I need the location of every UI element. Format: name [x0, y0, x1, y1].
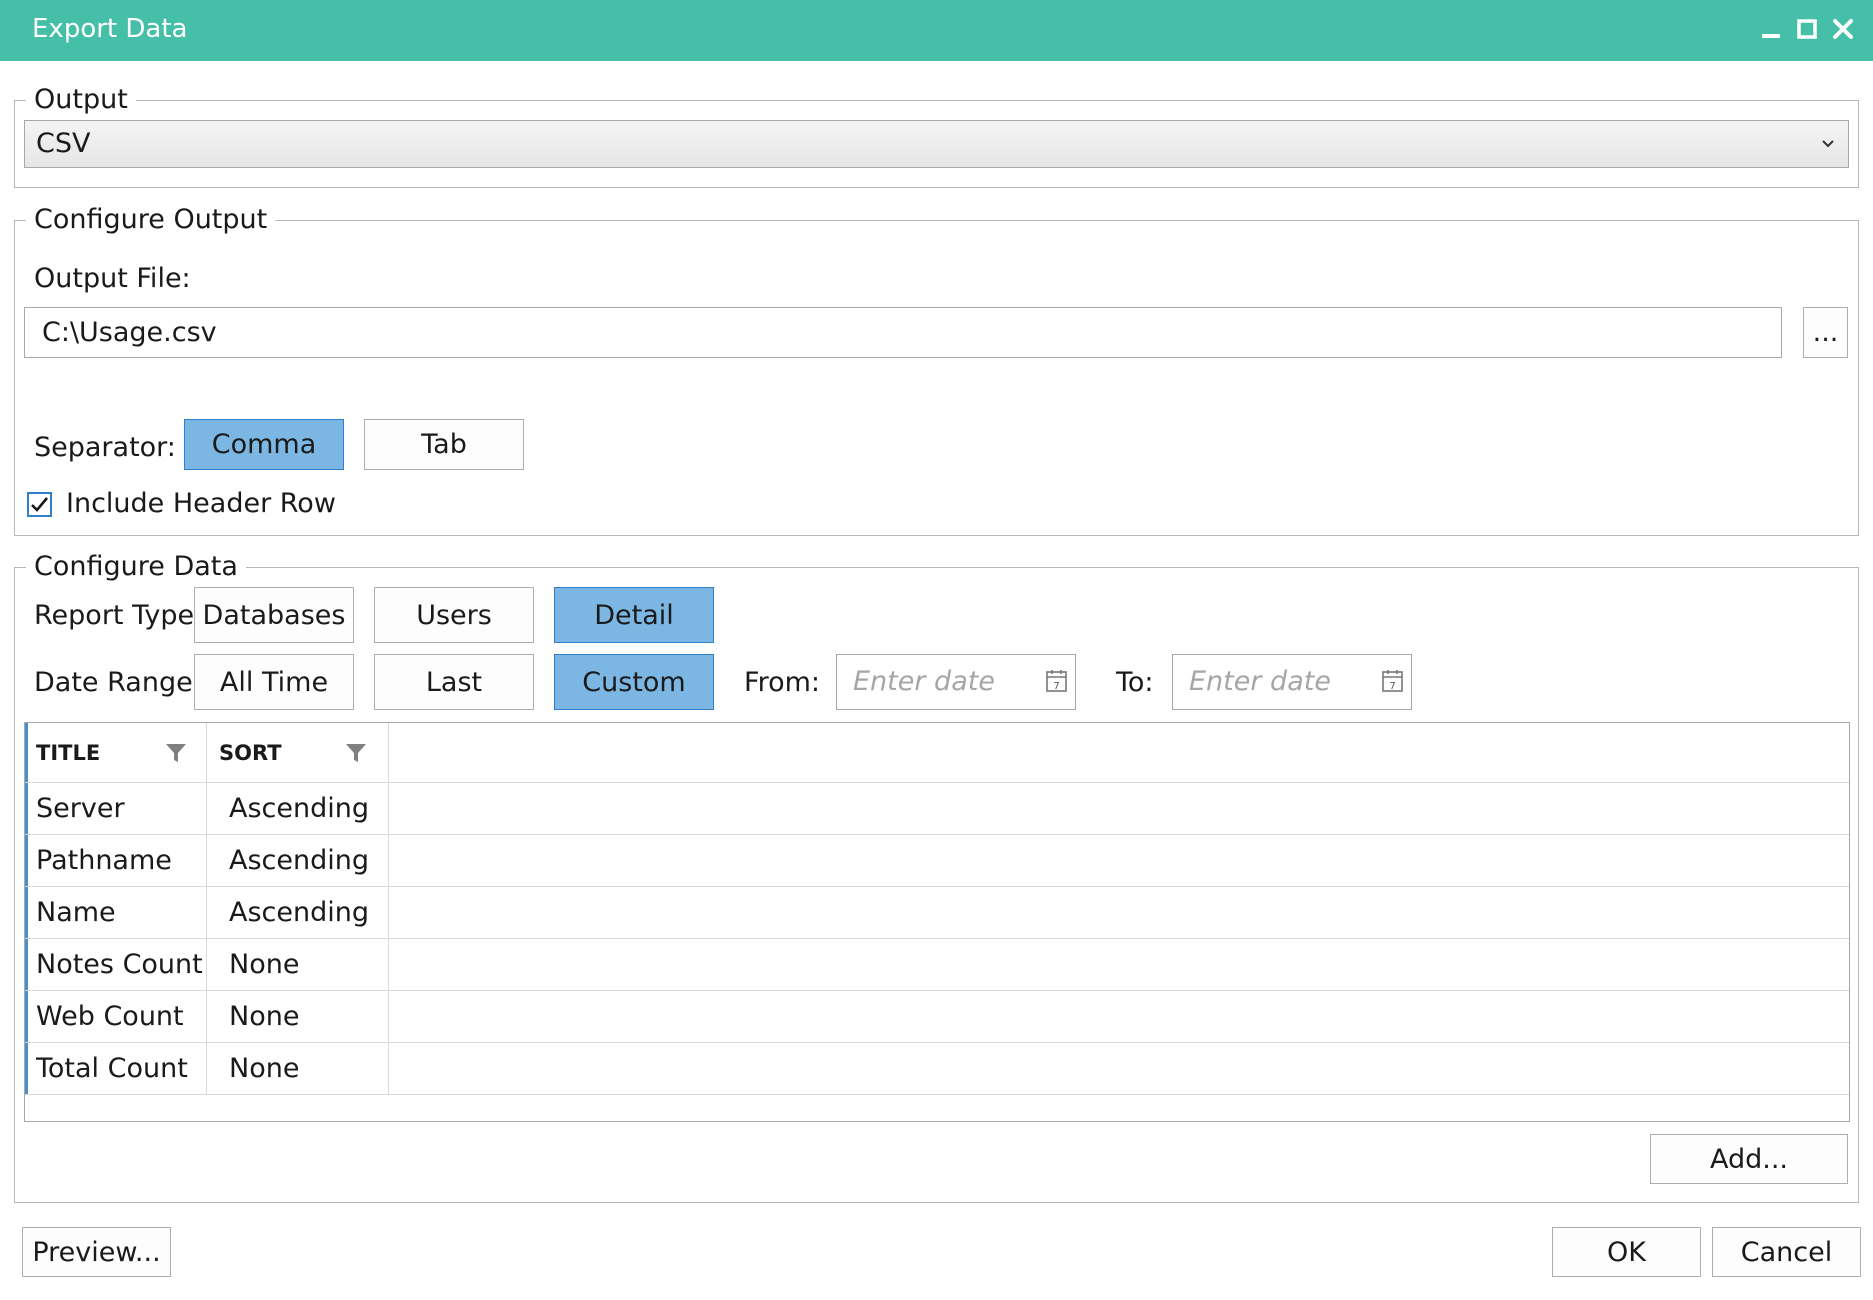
- table-row[interactable]: Server Ascending: [25, 782, 1849, 835]
- maximize-button[interactable]: [1790, 12, 1824, 46]
- output-file-value: C:\Usage.csv: [42, 317, 217, 348]
- include-header-row-label: Include Header Row: [66, 488, 336, 519]
- columns-table: TITLE SORT Server Ascending Pathname Asc…: [25, 723, 1849, 1095]
- window-title: Export Data: [32, 14, 188, 44]
- row-title: Total Count: [25, 1042, 207, 1095]
- column-header-title[interactable]: TITLE: [25, 723, 207, 783]
- from-date-placeholder: Enter date: [853, 666, 995, 697]
- table-row[interactable]: Total Count None: [25, 1042, 1849, 1095]
- configure-output-legend: Configure Output: [26, 204, 276, 236]
- table-row[interactable]: Web Count None: [25, 990, 1849, 1043]
- date-range-last-button[interactable]: Last: [374, 654, 534, 710]
- date-range-all-time-button[interactable]: All Time: [194, 654, 354, 710]
- from-date-input[interactable]: Enter date 7: [836, 654, 1076, 710]
- chevron-down-icon: [1822, 140, 1834, 148]
- table-row[interactable]: Pathname Ascending: [25, 834, 1849, 887]
- row-sort[interactable]: Ascending: [206, 834, 389, 887]
- ok-button[interactable]: OK: [1552, 1227, 1701, 1277]
- table-row[interactable]: Notes Count None: [25, 938, 1849, 991]
- to-date-input[interactable]: Enter date 7: [1172, 654, 1412, 710]
- report-type-label: Report Type: [34, 600, 195, 631]
- add-column-button[interactable]: Add...: [1650, 1134, 1848, 1184]
- to-label: To:: [1116, 667, 1154, 698]
- row-sort[interactable]: Ascending: [206, 782, 389, 835]
- row-title: Web Count: [25, 990, 207, 1043]
- row-sort[interactable]: None: [206, 990, 389, 1043]
- calendar-digit: 7: [1389, 681, 1395, 692]
- column-header-sort[interactable]: SORT: [206, 723, 389, 783]
- table-row[interactable]: Name Ascending: [25, 886, 1849, 939]
- calendar-icon[interactable]: 7: [1045, 668, 1069, 694]
- output-file-input[interactable]: C:\Usage.csv: [24, 307, 1782, 358]
- minimize-button[interactable]: [1754, 12, 1788, 46]
- close-icon: [1833, 19, 1853, 39]
- output-format-value: CSV: [36, 128, 91, 159]
- separator-label: Separator:: [34, 432, 176, 463]
- output-legend: Output: [26, 84, 136, 116]
- configure-data-legend: Configure Data: [26, 551, 246, 583]
- filter-icon[interactable]: [165, 743, 187, 763]
- calendar-icon[interactable]: 7: [1381, 668, 1405, 694]
- report-type-databases-button[interactable]: Databases: [194, 587, 354, 643]
- minimize-icon: [1762, 34, 1780, 38]
- calendar-digit: 7: [1053, 681, 1059, 692]
- row-title: Notes Count: [25, 938, 207, 991]
- row-title: Server: [25, 782, 207, 835]
- row-sort[interactable]: None: [206, 1042, 389, 1095]
- row-sort[interactable]: Ascending: [206, 886, 389, 939]
- include-header-row-checkbox[interactable]: [27, 492, 52, 517]
- row-title: Name: [25, 886, 207, 939]
- output-file-label: Output File:: [34, 263, 191, 294]
- date-range-custom-button[interactable]: Custom: [554, 654, 714, 710]
- close-button[interactable]: [1826, 12, 1860, 46]
- table-header-row: TITLE SORT: [25, 723, 1849, 783]
- filter-icon[interactable]: [345, 743, 367, 763]
- separator-comma-button[interactable]: Comma: [184, 419, 344, 470]
- separator-tab-button[interactable]: Tab: [364, 419, 524, 470]
- row-title: Pathname: [25, 834, 207, 887]
- maximize-icon: [1797, 19, 1817, 39]
- report-type-users-button[interactable]: Users: [374, 587, 534, 643]
- checkmark-icon: [31, 497, 48, 512]
- preview-button[interactable]: Preview...: [22, 1227, 171, 1277]
- date-range-label: Date Range:: [34, 667, 202, 698]
- output-format-dropdown[interactable]: CSV: [24, 120, 1849, 168]
- from-label: From:: [744, 667, 820, 698]
- columns-grid[interactable]: TITLE SORT Server Ascending Pathname Asc…: [24, 722, 1850, 1122]
- column-header-spacer: [388, 723, 1849, 783]
- to-date-placeholder: Enter date: [1189, 666, 1331, 697]
- cancel-button[interactable]: Cancel: [1712, 1227, 1861, 1277]
- browse-button[interactable]: ...: [1803, 307, 1848, 358]
- row-sort[interactable]: None: [206, 938, 389, 991]
- report-type-detail-button[interactable]: Detail: [554, 587, 714, 643]
- title-bar[interactable]: Export Data: [0, 0, 1873, 61]
